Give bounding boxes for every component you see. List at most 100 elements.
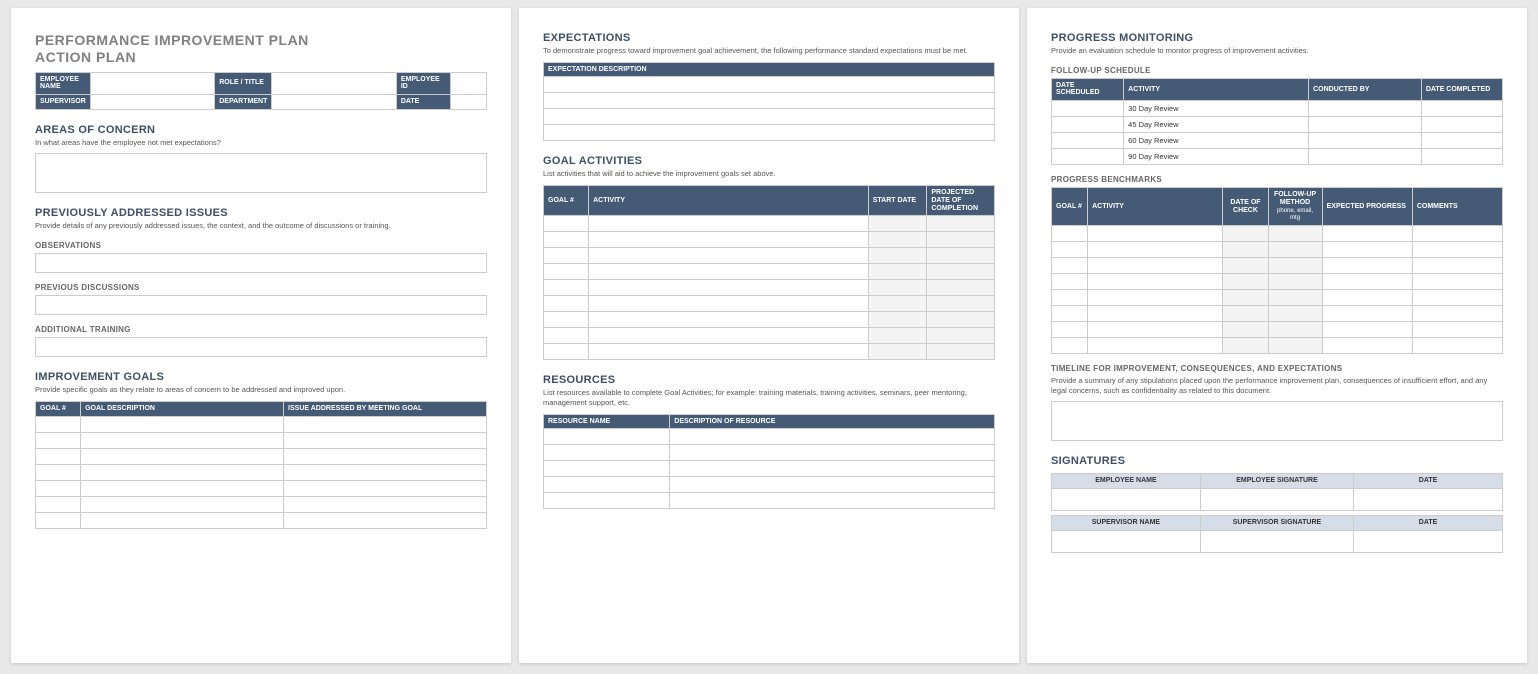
- areas-textbox[interactable]: [35, 153, 487, 193]
- timeline-box[interactable]: [1051, 401, 1503, 441]
- table-row[interactable]: [1052, 321, 1503, 337]
- td-employee-name[interactable]: [90, 72, 214, 94]
- table-row[interactable]: [1052, 273, 1503, 289]
- th-emp-date: DATE: [1354, 474, 1503, 489]
- th-fu-activity: ACTIVITY: [1124, 78, 1309, 100]
- table-row[interactable]: [1052, 289, 1503, 305]
- table-row[interactable]: [544, 296, 995, 312]
- table-row[interactable]: [544, 232, 995, 248]
- table-row[interactable]: [544, 77, 995, 93]
- table-row[interactable]: [544, 216, 995, 232]
- page-1: PERFORMANCE IMPROVEMENT PLAN ACTION PLAN…: [11, 8, 511, 663]
- table-row[interactable]: 30 Day Review: [1052, 101, 1503, 117]
- th-employee-id: EMPLOYEE ID: [396, 72, 450, 94]
- table-row[interactable]: [36, 480, 487, 496]
- timeline-label: TIMELINE FOR IMPROVEMENT, CONSEQUENCES, …: [1051, 364, 1503, 373]
- observations-label: OBSERVATIONS: [35, 241, 487, 250]
- resources-sub: List resources available to complete Goa…: [543, 388, 995, 408]
- table-row[interactable]: [36, 416, 487, 432]
- table-row[interactable]: [544, 312, 995, 328]
- goal-activities-heading: GOAL ACTIVITIES: [543, 155, 995, 167]
- signatures-heading: SIGNATURES: [1051, 455, 1503, 467]
- activities-sub: List activities that will aid to achieve…: [543, 169, 995, 179]
- table-row[interactable]: [36, 512, 487, 528]
- table-row[interactable]: [544, 429, 995, 445]
- goals-sub: Provide specific goals as they relate to…: [35, 385, 487, 395]
- th-emp-sig: EMPLOYEE SIGNATURE: [1200, 474, 1353, 489]
- followup-table: DATE SCHEDULED ACTIVITY CONDUCTED BY DAT…: [1051, 78, 1503, 165]
- th-act-start: START DATE: [868, 186, 927, 216]
- supervisor-signature-table: SUPERVISOR NAME SUPERVISOR SIGNATURE DAT…: [1051, 515, 1503, 553]
- timeline-sub: Provide a summary of any stipulations pl…: [1051, 376, 1503, 396]
- table-row[interactable]: [1052, 305, 1503, 321]
- expectations-sub: To demonstrate progress toward improveme…: [543, 46, 995, 56]
- table-row[interactable]: [544, 493, 995, 509]
- observations-box[interactable]: [35, 253, 487, 273]
- td-department[interactable]: [272, 94, 396, 109]
- th-res-desc: DESCRIPTION OF RESOURCE: [670, 414, 995, 429]
- td-date[interactable]: [450, 94, 486, 109]
- table-row[interactable]: 60 Day Review: [1052, 133, 1503, 149]
- prev-sub: Provide details of any previously addres…: [35, 221, 487, 231]
- th-issue: ISSUE ADDRESSED BY MEETING GOAL: [284, 401, 487, 416]
- th-conducted: CONDUCTED BY: [1309, 78, 1422, 100]
- training-box[interactable]: [35, 337, 487, 357]
- followup-label: FOLLOW-UP SCHEDULE: [1051, 66, 1503, 75]
- improvement-goals-heading: IMPROVEMENT GOALS: [35, 371, 487, 383]
- th-department: DEPARTMENT: [215, 94, 272, 109]
- table-row[interactable]: 45 Day Review: [1052, 117, 1503, 133]
- employee-signature-table: EMPLOYEE NAME EMPLOYEE SIGNATURE DATE: [1051, 473, 1503, 511]
- td-supervisor[interactable]: [90, 94, 214, 109]
- discussions-box[interactable]: [35, 295, 487, 315]
- table-row[interactable]: [544, 344, 995, 360]
- discussions-label: PREVIOUS DISCUSSIONS: [35, 283, 487, 292]
- table-row[interactable]: [36, 464, 487, 480]
- th-supervisor: SUPERVISOR: [36, 94, 91, 109]
- table-row[interactable]: [544, 248, 995, 264]
- cell-90-day: 90 Day Review: [1124, 149, 1309, 165]
- table-row[interactable]: [1052, 337, 1503, 353]
- progress-sub: Provide an evaluation schedule to monito…: [1051, 46, 1503, 56]
- th-b-goal: GOAL #: [1052, 188, 1088, 226]
- table-row[interactable]: [1052, 489, 1503, 511]
- expectations-table: EXPECTATION DESCRIPTION: [543, 62, 995, 142]
- cell-30-day: 30 Day Review: [1124, 101, 1309, 117]
- table-row[interactable]: 90 Day Review: [1052, 149, 1503, 165]
- employee-info-table: EMPLOYEE NAME ROLE / TITLE EMPLOYEE ID S…: [35, 72, 487, 110]
- td-role-title[interactable]: [272, 72, 396, 94]
- benchmarks-label: PROGRESS BENCHMARKS: [1051, 175, 1503, 184]
- th-emp-name: EMPLOYEE NAME: [1052, 474, 1201, 489]
- th-date: DATE: [396, 94, 450, 109]
- table-row[interactable]: [1052, 241, 1503, 257]
- th-sup-date: DATE: [1354, 516, 1503, 531]
- prev-issues-heading: PREVIOUSLY ADDRESSED ISSUES: [35, 207, 487, 219]
- table-row[interactable]: [1052, 530, 1503, 552]
- th-b-comments: COMMENTS: [1412, 188, 1502, 226]
- th-act-end: PROJECTED DATE OF COMPLETION: [927, 186, 995, 216]
- activities-table: GOAL # ACTIVITY START DATE PROJECTED DAT…: [543, 185, 995, 360]
- table-row[interactable]: [36, 448, 487, 464]
- td-employee-id[interactable]: [450, 72, 486, 94]
- table-row[interactable]: [544, 264, 995, 280]
- table-row[interactable]: [544, 477, 995, 493]
- table-row[interactable]: [1052, 225, 1503, 241]
- th-act-activity: ACTIVITY: [589, 186, 869, 216]
- table-row[interactable]: [36, 432, 487, 448]
- table-row[interactable]: [544, 125, 995, 141]
- th-b-expected: EXPECTED PROGRESS: [1322, 188, 1412, 226]
- table-row[interactable]: [1052, 257, 1503, 273]
- table-row[interactable]: [544, 461, 995, 477]
- table-row[interactable]: [544, 280, 995, 296]
- cell-60-day: 60 Day Review: [1124, 133, 1309, 149]
- th-role-title: ROLE / TITLE: [215, 72, 272, 94]
- cell-45-day: 45 Day Review: [1124, 117, 1309, 133]
- table-row[interactable]: [544, 328, 995, 344]
- th-expectation-desc: EXPECTATION DESCRIPTION: [544, 62, 995, 77]
- th-date-sched: DATE SCHEDULED: [1052, 78, 1124, 100]
- table-row[interactable]: [36, 496, 487, 512]
- table-row[interactable]: [544, 109, 995, 125]
- table-row[interactable]: [544, 93, 995, 109]
- table-row[interactable]: [544, 445, 995, 461]
- areas-of-concern-heading: AREAS OF CONCERN: [35, 124, 487, 136]
- training-label: ADDITIONAL TRAINING: [35, 325, 487, 334]
